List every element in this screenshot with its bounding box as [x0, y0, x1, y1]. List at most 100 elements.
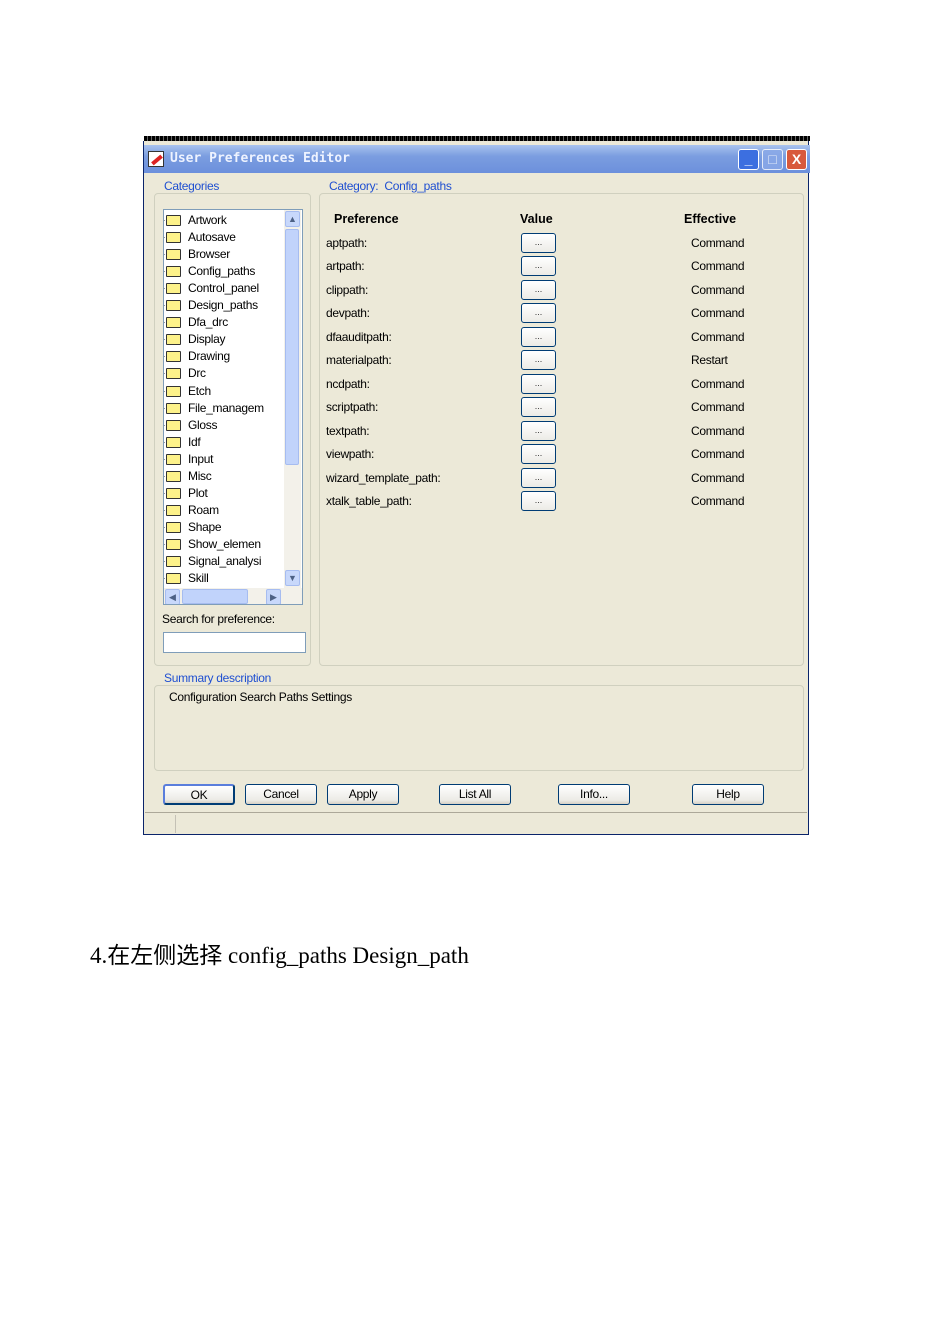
value-button[interactable]: ...: [521, 420, 556, 441]
category-item[interactable]: Browser: [164, 246, 230, 263]
category-item-label: Idf: [188, 434, 201, 449]
category-prefix: Category:: [329, 179, 379, 193]
tree-line: [164, 509, 165, 511]
category-item-label: Misc: [188, 468, 212, 483]
category-item[interactable]: Skill: [164, 570, 209, 587]
caption-text: 4.在左侧选择 config_paths Design_path: [90, 943, 469, 968]
category-item[interactable]: Signal_analysi: [164, 553, 261, 570]
tree-line: [164, 390, 165, 392]
value-button[interactable]: ...: [521, 467, 556, 488]
vertical-scrollbar[interactable]: ▲ ▼: [284, 210, 301, 588]
effective-value: Command: [691, 282, 745, 297]
effective-value: Command: [691, 376, 745, 391]
category-item[interactable]: Config_paths: [164, 263, 255, 280]
category-item-label: Dfa_drc: [188, 315, 228, 330]
category-item[interactable]: Display: [164, 331, 226, 348]
info-button[interactable]: Info...: [558, 784, 630, 805]
horizontal-scroll-thumb[interactable]: [182, 589, 248, 604]
category-item[interactable]: File_managem: [164, 400, 264, 417]
folder-icon: [166, 402, 181, 414]
folder-icon: [166, 419, 181, 431]
value-button[interactable]: ...: [521, 397, 556, 418]
document-page: User Preferences Editor _ □ X Categories…: [0, 0, 950, 1344]
value-button[interactable]: ...: [521, 444, 556, 465]
category-item-label: File_managem: [188, 400, 264, 415]
effective-value: Command: [691, 259, 745, 274]
folder-icon: [166, 266, 181, 278]
effective-value: Command: [691, 447, 745, 462]
category-item[interactable]: Autosave: [164, 229, 236, 246]
category-item[interactable]: Idf: [164, 434, 201, 451]
category-item-label: Plot: [188, 485, 208, 500]
folder-icon: [166, 334, 181, 346]
value-button[interactable]: ...: [521, 256, 556, 277]
value-button[interactable]: ...: [521, 373, 556, 394]
category-item[interactable]: Input: [164, 451, 214, 468]
category-item[interactable]: Control_panel: [164, 280, 259, 297]
effective-value: Command: [691, 470, 745, 485]
category-item-label: Input: [188, 451, 214, 466]
category-item[interactable]: Dfa_drc: [164, 314, 228, 331]
value-button[interactable]: ...: [521, 326, 556, 347]
folder-icon: [166, 300, 181, 312]
folder-icon: [166, 573, 181, 585]
tree-line: [164, 305, 165, 307]
category-item-label: Drc: [188, 366, 206, 381]
vertical-scroll-thumb[interactable]: [285, 229, 299, 465]
folder-icon: [166, 556, 181, 567]
effective-value: Command: [691, 306, 745, 321]
preference-name: aptpath:: [326, 236, 367, 250]
scroll-left-icon[interactable]: ◀: [165, 589, 180, 604]
category-item[interactable]: Etch: [164, 383, 211, 400]
help-button[interactable]: Help: [692, 784, 764, 805]
category-item[interactable]: Shape: [164, 519, 222, 536]
value-button[interactable]: ...: [521, 490, 556, 511]
scroll-down-icon[interactable]: ▼: [285, 570, 300, 586]
category-item[interactable]: Roam: [164, 502, 219, 519]
category-item-label: Design_paths: [188, 298, 258, 313]
effective-value: Command: [691, 329, 745, 344]
close-button[interactable]: X: [786, 149, 807, 170]
value-button[interactable]: ...: [521, 303, 556, 324]
search-input[interactable]: [163, 632, 306, 653]
preference-name: ncdpath:: [326, 376, 370, 391]
category-item[interactable]: Artwork: [164, 212, 227, 229]
tree-line: [164, 475, 165, 477]
category-item[interactable]: Drc: [164, 365, 206, 382]
tree-line: [164, 543, 165, 545]
category-item-label: Show_elemen: [188, 536, 261, 551]
value-button[interactable]: ...: [521, 279, 556, 300]
category-item-label: Browser: [188, 247, 230, 262]
folder-icon: [166, 317, 181, 329]
apply-button[interactable]: Apply: [327, 784, 399, 805]
ok-button[interactable]: OK: [163, 784, 235, 805]
category-item[interactable]: Drawing: [164, 348, 230, 365]
scroll-right-icon[interactable]: ▶: [266, 589, 281, 604]
maximize-button[interactable]: □: [762, 149, 783, 170]
category-item[interactable]: Design_paths: [164, 297, 258, 314]
category-item[interactable]: Misc: [164, 468, 212, 485]
folder-icon: [166, 470, 181, 482]
list-all-button[interactable]: List All: [439, 784, 511, 805]
categories-tree[interactable]: Artwork Autosave Browser Config_paths Contro…: [163, 209, 303, 605]
cancel-button[interactable]: Cancel: [245, 784, 317, 805]
value-button[interactable]: ...: [521, 233, 556, 253]
horizontal-scrollbar[interactable]: ◀ ▶: [164, 588, 302, 604]
folder-icon: [166, 487, 181, 499]
preference-name: scriptpath:: [326, 400, 379, 415]
category-item-label: Autosave: [188, 230, 236, 245]
category-item[interactable]: Gloss: [164, 417, 217, 434]
preference-name: textpath:: [326, 423, 370, 438]
effective-value: Command: [691, 423, 745, 438]
title-bar[interactable]: User Preferences Editor _ □ X: [144, 145, 810, 173]
category-item-label: Artwork: [188, 213, 227, 227]
minimize-button[interactable]: _: [738, 149, 759, 170]
category-item[interactable]: Show_elemen: [164, 536, 261, 553]
tree-line: [164, 561, 165, 562]
value-button[interactable]: ...: [521, 350, 556, 371]
effective-value: Command: [691, 493, 745, 508]
scroll-up-icon[interactable]: ▲: [285, 211, 300, 227]
folder-icon: [166, 504, 181, 516]
effective-value: Command: [691, 400, 745, 415]
category-item[interactable]: Plot: [164, 485, 208, 502]
